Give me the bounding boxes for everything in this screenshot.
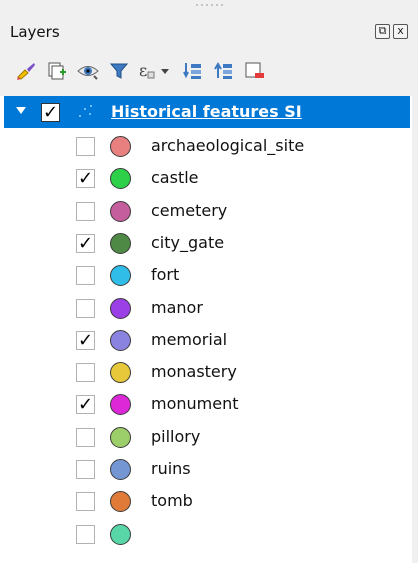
symbol-circle-icon: [110, 491, 131, 513]
point-layer-icon: [77, 104, 93, 120]
float-panel-button[interactable]: ⧉: [375, 24, 390, 39]
legend-item-label: castle: [151, 168, 199, 188]
legend-item[interactable]: cemetery: [0, 196, 412, 228]
symbol-circle-icon: [110, 329, 131, 351]
symbol-circle-icon: [110, 200, 131, 222]
layer-name: Historical features SI: [111, 102, 302, 121]
legend-item-checkbox[interactable]: [76, 363, 95, 383]
filter-expression-icon[interactable]: ε: [137, 59, 175, 83]
legend-item-checkbox[interactable]: ✓: [76, 395, 95, 415]
symbol-circle-icon: [110, 426, 131, 448]
legend-item[interactable]: monastery: [0, 357, 412, 389]
legend-item-checkbox[interactable]: [76, 427, 95, 447]
layer-tree: ✓ Historical features SI archaeological_…: [0, 96, 412, 563]
panel-title: Layers: [10, 23, 60, 41]
symbol-circle-icon: [110, 232, 131, 254]
legend-item-checkbox[interactable]: [76, 137, 95, 156]
collapse-all-icon[interactable]: [211, 59, 237, 83]
symbol-circle-icon: [110, 394, 131, 416]
legend-item-label: memorial: [151, 329, 228, 349]
legend-item-label: archaeological_site: [151, 136, 305, 155]
svg-text:ε: ε: [139, 61, 147, 80]
symbol-circle-icon: [110, 523, 131, 545]
dock-grip-handle[interactable]: [189, 4, 229, 10]
panel-titlebar: Layers ⧉ x: [0, 22, 418, 44]
symbol-circle-icon: [110, 168, 131, 190]
legend-item[interactable]: fort: [0, 260, 412, 292]
legend-item-label: cemetery: [151, 200, 228, 220]
remove-layer-icon[interactable]: [242, 59, 268, 83]
layer-visibility-checkbox[interactable]: ✓: [41, 103, 60, 122]
legend-item-checkbox[interactable]: ✓: [76, 330, 95, 350]
legend-item-checkbox[interactable]: [76, 492, 95, 512]
legend-item[interactable]: ✓ monument: [0, 389, 412, 421]
legend-item-checkbox[interactable]: ✓: [76, 233, 95, 253]
legend-item-checkbox[interactable]: [76, 266, 95, 286]
symbol-circle-icon: [110, 265, 131, 287]
layers-panel: Layers ⧉ x ε ✓ Historical features SI ar…: [0, 0, 418, 563]
legend-item-checkbox[interactable]: ✓: [76, 169, 95, 189]
legend-item-label: monument: [151, 394, 239, 414]
legend-item[interactable]: tomb: [0, 486, 412, 518]
legend-item-checkbox[interactable]: [76, 201, 95, 221]
legend-item[interactable]: manor: [0, 293, 412, 325]
filter-legend-icon[interactable]: [106, 59, 132, 83]
symbol-circle-icon: [110, 136, 131, 157]
legend-item-label: city_gate: [151, 232, 225, 252]
legend-item[interactable]: archaeological_site: [0, 131, 412, 163]
add-group-icon[interactable]: [44, 59, 70, 83]
legend-item[interactable]: ruins: [0, 454, 412, 486]
legend-item-label: fort: [151, 265, 180, 285]
legend-item[interactable]: [0, 519, 412, 551]
layers-toolbar: ε: [13, 58, 273, 84]
symbol-circle-icon: [110, 459, 131, 480]
legend-item-label: monastery: [151, 362, 237, 382]
collapse-arrow-icon[interactable]: [16, 107, 26, 114]
legend-item[interactable]: ✓ memorial: [0, 325, 412, 357]
legend-item[interactable]: pillory: [0, 422, 412, 454]
legend-item-checkbox[interactable]: [76, 460, 95, 479]
manage-visibility-icon[interactable]: [75, 59, 101, 83]
close-panel-button[interactable]: x: [393, 24, 408, 39]
symbol-circle-icon: [110, 297, 131, 319]
layer-row-historical-features[interactable]: ✓ Historical features SI: [4, 96, 410, 128]
legend-item[interactable]: ✓ castle: [0, 163, 412, 195]
legend-item-checkbox[interactable]: [76, 298, 95, 318]
expand-all-icon[interactable]: [180, 59, 206, 83]
legend-item-label: manor: [151, 297, 203, 317]
legend-item-label: ruins: [151, 459, 191, 478]
legend-item-label: tomb: [151, 491, 193, 511]
legend-item[interactable]: ✓ city_gate: [0, 228, 412, 260]
legend-item-checkbox[interactable]: [76, 524, 95, 544]
symbol-circle-icon: [110, 362, 131, 384]
legend-item-label: pillory: [151, 426, 201, 446]
style-manager-icon[interactable]: [13, 59, 39, 83]
